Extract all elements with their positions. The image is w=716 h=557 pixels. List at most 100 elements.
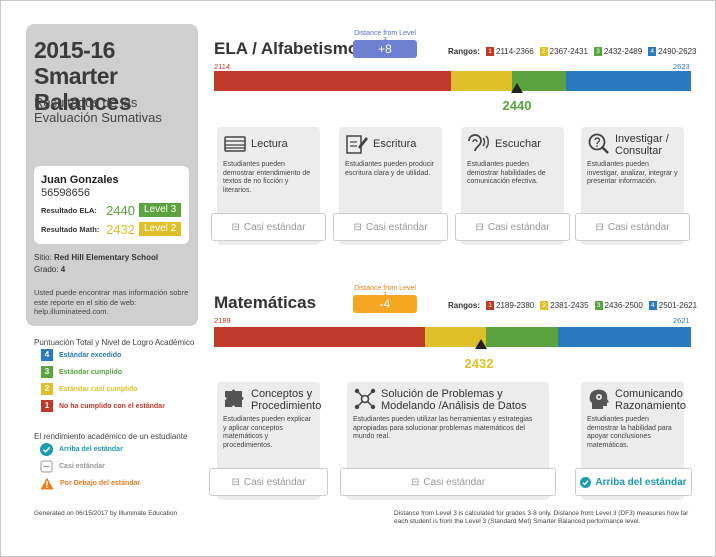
generated-note: Generated on 06/15/2017 by Illuminate Ed… <box>34 510 178 517</box>
ela-band-4 <box>566 71 691 91</box>
ela-band-1 <box>214 71 451 91</box>
pencil-icon <box>346 135 368 154</box>
status-label: Casi estándar <box>487 221 550 233</box>
range-num: 4 <box>648 46 657 56</box>
range-value: 2189-2380 <box>496 300 535 310</box>
minus-box-icon: ⊟ <box>231 476 240 488</box>
range-value: 2436-2500 <box>604 300 643 310</box>
card-description: Estudiantes pueden investigar, analizar,… <box>587 161 678 185</box>
ela-escritura-status-button[interactable]: ⊟ Casi estándar <box>333 213 448 241</box>
report-page: 2015-16 Smarter Balances Resultados de l… <box>0 0 716 557</box>
ela-scale-min: 2114 <box>214 62 231 71</box>
ela-result-row: Resultado ELA: 2440 Level 3 <box>41 202 182 218</box>
help-info: Usted puede encontrar mas información so… <box>34 288 189 316</box>
legend-near-label: Casi estándar <box>59 463 105 470</box>
minus-box-icon: ⊟ <box>595 221 604 233</box>
math-scale-min: 2189 <box>214 316 231 325</box>
df3-note: Distance from Level 3 is calculated for … <box>394 510 689 525</box>
ela-result-label: Resultado ELA: <box>41 205 97 215</box>
math-scale-max: 2621 <box>673 316 690 325</box>
range-num: 4 <box>648 300 657 310</box>
ela-section-title: ELA / Alfabetismo <box>214 39 359 58</box>
math-score-marker <box>475 339 487 349</box>
range-num: 3 <box>594 300 603 310</box>
math-ranges-label: Rangos: <box>448 300 480 310</box>
student-card: Juan Gonzales 56598656 Resultado ELA: 24… <box>34 166 189 244</box>
range-value: 2490-2623 <box>658 46 697 56</box>
legend-near-standard: Casi estándar <box>40 460 105 473</box>
range-value: 2114-2366 <box>496 46 534 56</box>
math-problemas-status-button[interactable]: ⊟ Casi estándar <box>340 468 556 496</box>
ela-escuchar-status-button[interactable]: ⊟ Casi estándar <box>455 213 570 241</box>
math-band-4 <box>558 327 691 347</box>
legend-num: 4 <box>41 349 53 361</box>
card-description: Estudiantes pueden utilizar las herramie… <box>353 416 533 440</box>
math-section-title: Matemáticas <box>214 293 317 312</box>
student-id: 56598656 <box>41 187 90 199</box>
legend-text: Estándar cumplido <box>59 368 123 376</box>
legend-text: Estándar casi cumplido <box>59 385 138 393</box>
legend-above-label: Arriba del estándar <box>59 446 123 453</box>
legend-num: 2 <box>41 383 53 395</box>
card-description: Estudiantes pueden producir escritura cl… <box>345 161 435 177</box>
card-title: Conceptos y Procedimiento <box>251 388 322 412</box>
card-title: Comunicando Razonamiento <box>615 388 686 412</box>
range-value: 2501-2621 <box>658 300 698 310</box>
ela-band-2 <box>451 71 512 91</box>
ela-lectura-status-button[interactable]: ⊟ Casi estándar <box>211 213 326 241</box>
range-value: 2432-2489 <box>603 46 643 56</box>
ela-score-bar <box>214 71 691 91</box>
math-level-badge: Level 2 <box>139 222 182 236</box>
range-value: 2381-2435 <box>550 300 589 310</box>
performance-legend-title: El rendimiento académico de un estudiant… <box>34 432 188 441</box>
book-icon <box>224 136 246 152</box>
check-circle-icon <box>40 443 53 456</box>
legend-item-1: 1 No ha cumplido con el estándar <box>41 400 165 412</box>
site-info: Sitio: Red Hill Elementary School Grado:… <box>34 252 194 276</box>
ela-distance-badge: +8 <box>353 40 417 58</box>
math-comunicando-status-button[interactable]: Arriba del estándar <box>575 468 692 496</box>
grade-label: Grado: <box>34 265 59 274</box>
math-ranges: Rangos: 1 2189-2380 2 2381-2435 3 2436-2500… <box>448 299 703 311</box>
status-label: Casi estándar <box>365 221 428 233</box>
ela-score-marker <box>511 83 523 93</box>
card-description: Estudiantes pueden demostrar entendimien… <box>223 161 311 194</box>
ela-investigar-status-button[interactable]: ⊟ Casi estándar <box>575 213 690 241</box>
card-title: Investigar / Consultar <box>615 133 669 157</box>
math-conceptos-status-button[interactable]: ⊟ Casi estándar <box>209 468 328 496</box>
ela-scale-max: 2623 <box>673 62 690 71</box>
question-search-icon <box>588 133 609 154</box>
student-name: Juan Gonzales <box>41 174 119 186</box>
math-result-label: Resultado Math: <box>41 224 100 234</box>
report-subtitle: Resultados de las Evaluación Sumativas <box>34 95 162 125</box>
ela-result-score: 2440 <box>106 202 135 218</box>
puzzle-icon <box>225 389 244 407</box>
ear-icon <box>468 134 489 152</box>
math-score-label: 2432 <box>464 356 494 371</box>
network-icon <box>354 388 376 410</box>
minus-box-icon: ⊟ <box>475 221 484 233</box>
range-num: 2 <box>540 300 549 310</box>
math-distance-badge: -4 <box>353 295 417 313</box>
ela-score-label: 2440 <box>502 98 532 113</box>
legend-num: 3 <box>41 366 53 378</box>
math-result-score: 2432 <box>106 221 135 237</box>
legend-item-4: 4 Estándar excedido <box>41 349 121 361</box>
minus-box-icon: ⊟ <box>410 476 420 488</box>
legend-text: Estándar excedido <box>59 351 122 359</box>
math-band-1 <box>214 327 425 347</box>
range-value: 2367-2431 <box>549 46 588 56</box>
card-title: Lectura <box>251 138 288 150</box>
ela-ranges-label: Rangos: <box>448 46 480 56</box>
range-num: 1 <box>486 300 494 310</box>
legend-num: 1 <box>41 400 53 412</box>
minus-box-icon: ⊟ <box>231 221 240 233</box>
minus-box-icon <box>40 460 53 473</box>
legend-below-standard: Por Debajo del estándar <box>40 477 140 490</box>
status-label: Arriba del estándar <box>595 476 687 488</box>
range-num: 2 <box>539 46 548 56</box>
range-num: 1 <box>486 46 494 56</box>
status-label: Casi estándar <box>423 476 486 488</box>
legend-item-2: 2 Estándar casi cumplido <box>41 383 138 395</box>
math-band-3 <box>486 327 558 347</box>
